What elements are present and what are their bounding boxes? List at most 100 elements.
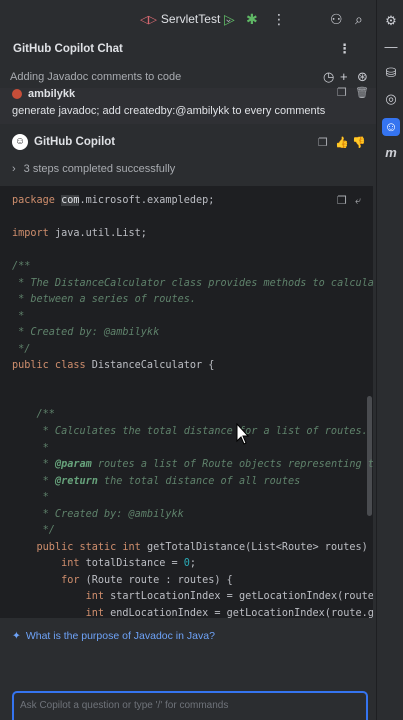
delete-icon[interactable]: 🗑	[355, 86, 369, 99]
code-token: ;	[189, 558, 197, 569]
code-token: /**	[12, 409, 55, 420]
run-icon[interactable]: ▷	[224, 11, 235, 28]
code-token: totalDistance =	[85, 558, 184, 569]
copy-code-icon[interactable]: ❐	[337, 194, 347, 207]
panel-header: GitHub Copilot Chat ⋮	[0, 38, 376, 60]
code-token: endLocationIndex = getLocationIndex(rout…	[110, 608, 373, 618]
copilot-avatar-icon: ☺	[12, 134, 28, 150]
code-token: * between a series of routes.	[12, 294, 197, 305]
code-line: *	[12, 491, 49, 505]
search-icon[interactable]: ⌕	[355, 11, 363, 28]
code-line: /**	[12, 260, 30, 274]
code-line: import java.util.List;	[12, 227, 147, 241]
code-token: .microsoft.exampledep;	[79, 195, 215, 206]
code-token: @return	[54, 476, 98, 487]
debug-icon[interactable]: ✱	[246, 11, 258, 28]
chat-input-box[interactable]: + ➤	[12, 691, 368, 720]
code-token: * The DistanceCalculator class provides …	[12, 278, 373, 289]
chat-input[interactable]	[20, 697, 350, 713]
right-tool-strip: ⚙ — ⛁ ◎ ☺ m	[376, 0, 403, 720]
run-config-selector[interactable]: ◁▷ ServletTest ⌄	[140, 12, 233, 26]
run-config-label: ServletTest	[160, 12, 221, 26]
code-token: DistanceCalculator {	[91, 360, 215, 371]
code-line: * @return the total distance of all rout…	[12, 475, 301, 489]
code-line: int endLocationIndex = getLocationIndex(…	[12, 607, 373, 618]
history-icon[interactable]: ◷	[323, 69, 334, 85]
code-line: *	[12, 442, 49, 456]
sparkle-icon: ✦	[12, 630, 21, 642]
code-token: startLocationIndex = getLocationIndex(ro…	[110, 591, 373, 602]
more-options-icon[interactable]: ⋮	[272, 11, 286, 28]
thumbs-up-icon[interactable]: 👍	[335, 136, 349, 149]
chevron-right-icon: ›	[12, 163, 16, 175]
database-icon[interactable]: ⛁	[382, 64, 400, 82]
code-line: /**	[12, 408, 55, 422]
session-bar: Adding Javadoc comments to code ◷ + ⊛	[0, 66, 376, 88]
code-line: * Created by: @ambilykk	[12, 326, 159, 340]
minimize-icon[interactable]: —	[382, 38, 400, 56]
code-token: *	[12, 443, 49, 454]
code-token: */	[12, 525, 55, 536]
code-token: * Created by: @ambilykk	[12, 509, 184, 520]
steps-summary[interactable]: › 3 steps completed successfully	[12, 163, 175, 175]
copilot-icon[interactable]: ☺	[382, 118, 400, 136]
session-title: Adding Javadoc comments to code	[10, 71, 182, 83]
add-user-icon[interactable]: ⚇	[330, 11, 343, 28]
code-line: * @param routes a list of Route objects …	[12, 458, 373, 472]
maven-icon[interactable]: m	[382, 144, 400, 162]
code-line: public class DistanceCalculator {	[12, 359, 214, 373]
user-avatar	[12, 89, 22, 99]
user-message: ambilykk ❐ 🗑 generate javadoc; add creat…	[0, 86, 376, 124]
code-token: the total distance of all routes	[97, 476, 301, 487]
code-token: *	[12, 476, 55, 487]
code-token: *	[12, 492, 49, 503]
code-token: int	[12, 608, 111, 618]
code-line: * Calculates the total distance for a li…	[12, 425, 368, 439]
code-token: routes a list of Route objects represent…	[91, 459, 373, 470]
insert-code-icon[interactable]: ⤶	[355, 194, 361, 208]
code-line: package com.microsoft.exampledep;	[12, 194, 214, 208]
code-token: for	[12, 575, 86, 586]
user-message-text: generate javadoc; add createdby:@ambilyk…	[12, 105, 326, 117]
code-token: *	[12, 311, 25, 322]
suggested-question[interactable]: ✦ What is the purpose of Javadoc in Java…	[12, 630, 215, 642]
code-line: for (Route route : routes) {	[12, 574, 233, 588]
code-token: (Route route : routes) {	[85, 575, 233, 586]
suggested-question-text: What is the purpose of Javadoc in Java?	[25, 630, 215, 642]
code-line: int totalDistance = 0;	[12, 557, 196, 571]
code-token: public static int	[12, 542, 147, 553]
code-token: int	[12, 558, 86, 569]
run-config-icon: ◁▷	[140, 13, 157, 26]
user-name: ambilykk	[28, 88, 76, 100]
code-line: */	[12, 343, 30, 357]
code-token: com	[61, 195, 80, 206]
copy-icon[interactable]: ❐	[318, 136, 328, 149]
copy-icon[interactable]: ❐	[337, 86, 347, 99]
code-scrollbar[interactable]	[367, 396, 372, 516]
code-line: int startLocationIndex = getLocationInde…	[12, 590, 373, 604]
settings-icon[interactable]: ⚙	[382, 12, 400, 30]
code-token: */	[12, 344, 31, 355]
assistant-header: ☺ GitHub Copilot	[12, 134, 115, 150]
assistant-name: GitHub Copilot	[34, 136, 116, 148]
code-token: getTotalDistance(List<Route> routes) {	[146, 542, 373, 553]
code-token: * Calculates the total distance for a li…	[12, 426, 368, 437]
panel-title: GitHub Copilot Chat	[13, 43, 123, 55]
code-token: /**	[12, 261, 31, 272]
main-toolbar: ◁▷ ServletTest ⌄ ▷ ✱ ⋮ ⚇ ⌕	[0, 0, 403, 40]
share-icon[interactable]: ⊛	[357, 69, 368, 85]
code-token: import	[12, 228, 55, 239]
steps-label: 3 steps completed successfully	[23, 163, 176, 175]
code-block: ❐ ⤶ package com.microsoft.exampledep; imp…	[0, 186, 373, 618]
thumbs-down-icon[interactable]: 👎	[352, 136, 366, 149]
code-line: * The DistanceCalculator class provides …	[12, 277, 373, 291]
more-options-icon[interactable]: ⋮	[338, 41, 351, 57]
code-token: public class	[12, 360, 92, 371]
code-token: int	[12, 591, 111, 602]
new-chat-icon[interactable]: +	[340, 69, 348, 84]
code-token: *	[12, 459, 55, 470]
copilot-chat-panel: GitHub Copilot Chat ⋮ Adding Javadoc com…	[0, 38, 376, 720]
code-token: * Created by: @ambilykk	[12, 327, 160, 338]
code-line: * Created by: @ambilykk	[12, 508, 184, 522]
ai-assistant-icon[interactable]: ◎	[382, 90, 400, 108]
